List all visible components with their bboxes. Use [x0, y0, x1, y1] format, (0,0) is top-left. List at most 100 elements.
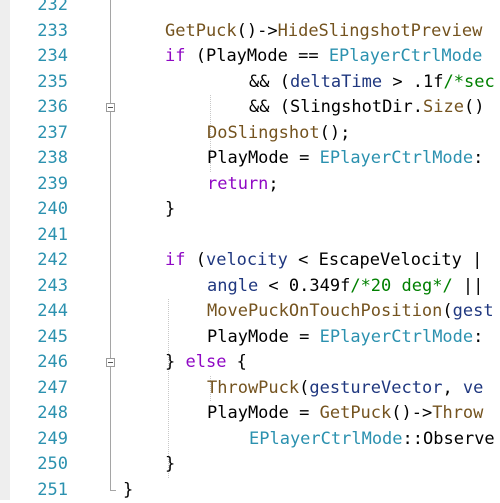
code-line[interactable]: } else {: [165, 350, 247, 375]
line-number: 249: [37, 428, 68, 449]
code-token: Observe: [423, 428, 495, 449]
code-token: velocity: [205, 250, 288, 270]
code-token: =: [288, 403, 320, 423]
line-number: 243: [37, 275, 68, 296]
code-token: ve: [462, 377, 484, 398]
collapse-fold-icon[interactable]: [106, 358, 115, 367]
code-token: (): [463, 97, 485, 117]
code-line[interactable]: DoSlingshot();: [207, 121, 350, 146]
line-number: 235: [37, 71, 68, 92]
code-token: (: [442, 301, 453, 321]
code-token: <: [258, 275, 289, 296]
code-line[interactable]: GetPuck()->HideSlingshotPreview: [165, 19, 482, 44]
code-line[interactable]: PlayMode = EPlayerCtrlMode:: [207, 146, 483, 171]
line-number: 236: [37, 97, 68, 117]
line-number: 247: [37, 377, 68, 398]
code-line[interactable]: }: [123, 478, 133, 503]
code-token: |: [461, 250, 483, 270]
line-number: 232: [37, 0, 68, 15]
code-token: if: [165, 46, 186, 66]
code-token: return: [207, 173, 269, 194]
code-token: EscapeVelocity: [318, 250, 462, 270]
code-token: }: [165, 454, 176, 474]
code-token: /*sec: [443, 71, 495, 92]
code-token: GetPuck: [165, 20, 237, 41]
code-token: Throw: [432, 403, 484, 423]
line-number: 245: [37, 326, 68, 347]
fold-region-line: [110, 0, 111, 490]
code-token: deltaTime: [289, 71, 383, 92]
line-number: 242: [37, 250, 68, 270]
code-line[interactable]: if (velocity < EscapeVelocity |: [165, 248, 482, 273]
line-number: 251: [37, 479, 68, 500]
code-line[interactable]: angle < 0.349f/*20 deg*/ ||: [207, 274, 483, 299]
code-token: Size: [423, 97, 464, 117]
line-number: 237: [37, 122, 68, 143]
line-number: 238: [37, 148, 68, 168]
line-number: 233: [37, 20, 68, 41]
code-token: ::: [402, 428, 424, 449]
code-line[interactable]: }: [165, 197, 175, 222]
code-token: EPlayerCtrlMode: [319, 326, 474, 347]
code-token: ;: [268, 173, 279, 194]
code-token: EPlayerCtrlMode: [249, 428, 403, 449]
code-token: {: [226, 352, 247, 372]
code-line[interactable]: return;: [207, 172, 279, 197]
code-token: gestureVector: [309, 377, 443, 398]
code-token: }: [165, 199, 176, 219]
code-token: MovePuckOnTouchPosition: [207, 301, 443, 321]
code-line[interactable]: && (SlingshotDir.Size(): [249, 95, 484, 120]
code-token: =: [288, 326, 320, 347]
collapse-fold-icon[interactable]: [106, 103, 115, 112]
fold-region-end: [110, 489, 116, 491]
code-token: DoSlingshot: [207, 122, 320, 143]
line-number: 246: [37, 352, 68, 372]
code-token: gest: [452, 301, 494, 321]
code-token: ThrowPuck: [207, 377, 300, 398]
code-line[interactable]: EPlayerCtrlMode::Observe: [249, 427, 495, 452]
code-token: ();: [319, 122, 351, 143]
code-token: PlayMode: [207, 326, 289, 347]
code-line[interactable]: MovePuckOnTouchPosition(gest: [207, 299, 494, 324]
code-token: <: [287, 250, 319, 270]
code-token: EPlayerCtrlMode: [319, 148, 474, 168]
code-line[interactable]: ThrowPuck(gestureVector, ve: [207, 376, 483, 401]
line-number: 240: [37, 199, 68, 219]
code-token: 0.349f: [288, 275, 351, 296]
code-token: angle: [207, 275, 259, 296]
code-token: (: [299, 377, 310, 398]
code-token: && (: [249, 97, 290, 117]
code-line[interactable]: PlayMode = GetPuck()->Throw: [207, 401, 483, 426]
line-number: 250: [37, 454, 68, 474]
code-token: }: [123, 479, 134, 500]
code-token: && (: [249, 71, 290, 92]
code-line[interactable]: if (PlayMode == EPlayerCtrlMode: [165, 44, 482, 69]
code-token: EPlayerCtrlMode: [328, 46, 483, 66]
code-token: :: [473, 326, 484, 347]
code-token: .1f: [412, 71, 444, 92]
line-number: 244: [37, 301, 68, 321]
line-number: 239: [37, 173, 68, 194]
code-token: PlayMode: [207, 148, 289, 168]
code-token: HideSlingshotPreview: [277, 20, 483, 41]
code-token: /*20 deg*/: [350, 275, 453, 296]
code-token: }: [165, 352, 186, 372]
code-token: =: [288, 148, 320, 168]
code-token: >: [382, 71, 413, 92]
code-token: ||: [452, 275, 484, 296]
code-token: :: [473, 148, 484, 168]
indicator-margin[interactable]: [0, 0, 10, 500]
code-token: SlingshotDir: [289, 97, 413, 117]
code-line[interactable]: }: [165, 452, 175, 477]
code-token: (: [185, 46, 206, 66]
line-number: 234: [37, 46, 68, 66]
code-line[interactable]: PlayMode = EPlayerCtrlMode:: [207, 325, 483, 350]
code-token: GetPuck: [319, 403, 392, 423]
line-number: 248: [37, 403, 68, 423]
code-line[interactable]: && (deltaTime > .1f/*sec: [249, 70, 495, 95]
code-token: ==: [287, 46, 329, 66]
code-token: PlayMode: [207, 403, 289, 423]
indent-guide: [168, 299, 169, 478]
code-token: (: [185, 250, 206, 270]
code-token: ()->: [236, 20, 278, 41]
